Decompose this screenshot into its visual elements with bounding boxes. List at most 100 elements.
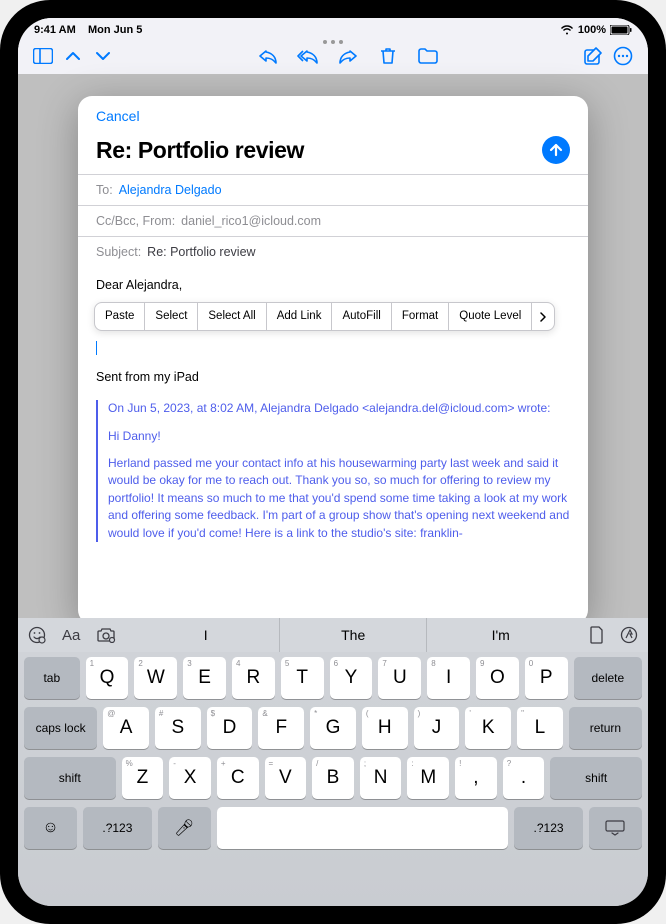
subject-label: Subject:	[96, 245, 141, 259]
key-numbers-left[interactable]: .?123	[83, 807, 152, 849]
key-a[interactable]: @A	[103, 707, 149, 749]
greeting-text: Dear Alejandra,	[96, 277, 570, 294]
to-field[interactable]: To: Alejandra Delgado	[78, 174, 588, 205]
cc-bcc-from-field[interactable]: Cc/Bcc, From: daniel_rico1@icloud.com	[78, 205, 588, 236]
cc-label: Cc/Bcc, From:	[96, 214, 175, 228]
suggestion-2[interactable]: The	[279, 618, 427, 652]
quote-meta: On Jun 5, 2023, at 8:02 AM, Alejandra De…	[108, 400, 570, 417]
prev-message-icon[interactable]	[62, 45, 84, 67]
key-g[interactable]: *G	[310, 707, 356, 749]
menu-add-link[interactable]: Add Link	[267, 303, 333, 331]
text-format-icon[interactable]: Aa	[62, 627, 80, 644]
key-w[interactable]: 2W	[134, 657, 177, 699]
key-r[interactable]: 4R	[232, 657, 275, 699]
quoted-message: On Jun 5, 2023, at 8:02 AM, Alejandra De…	[96, 400, 570, 542]
compose-body[interactable]: Dear Alejandra, Paste Select Select All …	[78, 267, 588, 624]
menu-select-all[interactable]: Select All	[198, 303, 266, 331]
key-y[interactable]: 6Y	[330, 657, 373, 699]
key-z[interactable]: %Z	[122, 757, 164, 799]
key-dictate[interactable]: 🎤︎	[158, 807, 211, 849]
cancel-button[interactable]: Cancel	[96, 108, 140, 124]
menu-format[interactable]: Format	[392, 303, 449, 331]
move-folder-icon[interactable]	[417, 45, 439, 67]
send-button[interactable]	[542, 136, 570, 164]
markup-icon[interactable]	[620, 626, 638, 644]
key-d[interactable]: $D	[207, 707, 253, 749]
menu-more-icon[interactable]	[532, 303, 554, 331]
forward-icon[interactable]	[337, 45, 359, 67]
statusbar: 9:41 AM Mon Jun 5 100%	[18, 18, 648, 38]
camera-scan-icon[interactable]	[96, 627, 116, 643]
document-scan-icon[interactable]	[590, 626, 604, 644]
emoji-sticker-icon[interactable]	[28, 626, 46, 644]
key-s[interactable]: #S	[155, 707, 201, 749]
suggestion-3[interactable]: I'm	[426, 618, 574, 652]
sidebar-toggle-icon[interactable]	[32, 45, 54, 67]
from-value: daniel_rico1@icloud.com	[181, 214, 321, 228]
key-b[interactable]: /B	[312, 757, 354, 799]
key-numbers-right[interactable]: .?123	[514, 807, 583, 849]
to-label: To:	[96, 183, 113, 197]
reply-all-icon[interactable]	[297, 45, 319, 67]
wifi-icon	[560, 25, 574, 35]
key-space[interactable]	[217, 807, 508, 849]
key-q[interactable]: 1Q	[86, 657, 129, 699]
next-message-icon[interactable]	[92, 45, 114, 67]
key-c[interactable]: +C	[217, 757, 259, 799]
suggestion-1[interactable]: I	[132, 618, 279, 652]
microphone-icon: 🎤︎	[174, 818, 194, 838]
key-caps-lock[interactable]: caps lock	[24, 707, 97, 749]
menu-quote-level[interactable]: Quote Level	[449, 303, 532, 331]
key-comma[interactable]: !,	[455, 757, 497, 799]
key-j[interactable]: )J	[414, 707, 460, 749]
key-period[interactable]: ?.	[503, 757, 545, 799]
key-o[interactable]: 9O	[476, 657, 519, 699]
compose-title: Re: Portfolio review	[96, 137, 304, 164]
key-tab[interactable]: tab	[24, 657, 80, 699]
key-n[interactable]: ;N	[360, 757, 402, 799]
window-dots-icon[interactable]	[323, 40, 343, 44]
key-p[interactable]: 0P	[525, 657, 568, 699]
onscreen-keyboard: Aa I The I'm tab 1Q	[18, 618, 648, 906]
key-t[interactable]: 5T	[281, 657, 324, 699]
to-value[interactable]: Alejandra Delgado	[119, 183, 222, 197]
key-l[interactable]: "L	[517, 707, 563, 749]
key-x[interactable]: -X	[169, 757, 211, 799]
key-shift-left[interactable]: shift	[24, 757, 116, 799]
key-f[interactable]: &F	[258, 707, 304, 749]
key-e[interactable]: 3E	[183, 657, 226, 699]
trash-icon[interactable]	[377, 45, 399, 67]
key-i[interactable]: 8I	[427, 657, 470, 699]
compose-sheet: Cancel Re: Portfolio review To: Alejandr…	[78, 96, 588, 624]
keyboard-dismiss-icon	[605, 820, 625, 836]
emoji-icon: ☺	[42, 819, 58, 837]
text-cursor	[96, 341, 97, 355]
edit-context-menu: Paste Select Select All Add Link AutoFil…	[94, 302, 555, 332]
key-v[interactable]: =V	[265, 757, 307, 799]
key-m[interactable]: :M	[407, 757, 449, 799]
subject-field[interactable]: Subject: Re: Portfolio review	[78, 236, 588, 267]
status-time: 9:41 AM	[34, 24, 76, 36]
status-date: Mon Jun 5	[88, 24, 142, 36]
key-delete[interactable]: delete	[574, 657, 642, 699]
reply-icon[interactable]	[257, 45, 279, 67]
battery-icon	[610, 25, 632, 35]
quote-greeting: Hi Danny!	[108, 428, 570, 445]
key-k[interactable]: 'K	[465, 707, 511, 749]
menu-paste[interactable]: Paste	[95, 303, 145, 331]
compose-icon[interactable]	[582, 45, 604, 67]
signature-text: Sent from my iPad	[96, 369, 570, 386]
key-h[interactable]: (H	[362, 707, 408, 749]
arrow-up-icon	[548, 142, 564, 158]
more-icon[interactable]	[612, 45, 634, 67]
battery-percent: 100%	[578, 24, 606, 36]
key-return[interactable]: return	[569, 707, 642, 749]
quote-body: Herland passed me your contact info at h…	[108, 455, 570, 542]
key-emoji[interactable]: ☺	[24, 807, 77, 849]
menu-autofill[interactable]: AutoFill	[332, 303, 391, 331]
menu-select[interactable]: Select	[145, 303, 198, 331]
key-dismiss-keyboard[interactable]	[589, 807, 642, 849]
key-u[interactable]: 7U	[378, 657, 421, 699]
key-shift-right[interactable]: shift	[550, 757, 642, 799]
subject-value: Re: Portfolio review	[147, 245, 255, 259]
